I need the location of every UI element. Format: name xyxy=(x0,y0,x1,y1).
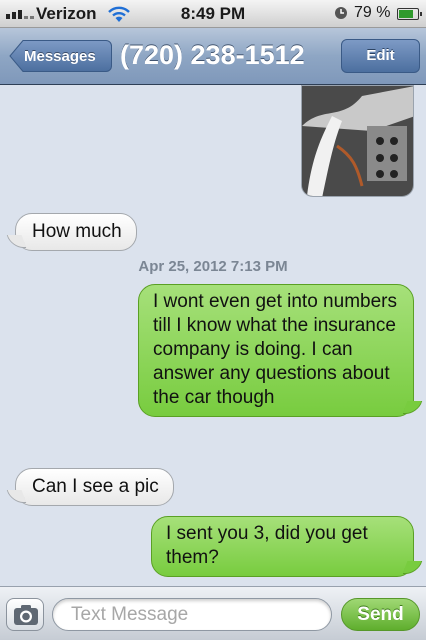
message-text: Can I see a pic xyxy=(32,476,159,497)
camera-icon xyxy=(14,605,38,625)
battery-level-fill xyxy=(399,10,414,18)
sent-message-bubble[interactable]: I wont even get into numbers till I know… xyxy=(138,284,414,417)
send-button[interactable]: Send xyxy=(341,598,420,631)
back-to-messages-button[interactable]: Messages xyxy=(9,39,112,73)
edit-button[interactable]: Edit xyxy=(341,39,420,73)
message-text: I sent you 3, did you get them? xyxy=(166,523,368,568)
message-timestamp: Apr 25, 2012 7:13 PM xyxy=(138,258,288,275)
message-text: I wont even get into numbers till I know… xyxy=(153,291,397,408)
alarm-clock-icon xyxy=(335,7,347,19)
message-composer: Send xyxy=(0,586,426,640)
nav-bar: Messages (720) 238-1512 Edit xyxy=(0,28,426,85)
contact-phone-title: (720) 238-1512 xyxy=(120,40,305,70)
status-bar: Verizon 8:49 PM 79 % xyxy=(0,0,426,28)
battery-icon xyxy=(397,8,422,20)
sent-message-bubble[interactable]: I sent you 3, did you get them? xyxy=(151,516,414,577)
message-text: How much xyxy=(32,221,122,242)
battery-percent: 79 % xyxy=(354,4,391,21)
camera-button[interactable] xyxy=(6,598,44,631)
car-engine-image xyxy=(302,86,413,196)
received-message-bubble[interactable]: Can I see a pic xyxy=(15,468,174,506)
back-button-label: Messages xyxy=(24,48,96,65)
photo-attachment[interactable] xyxy=(301,85,414,197)
message-text-input[interactable] xyxy=(52,598,332,631)
received-message-bubble[interactable]: How much xyxy=(15,213,137,251)
